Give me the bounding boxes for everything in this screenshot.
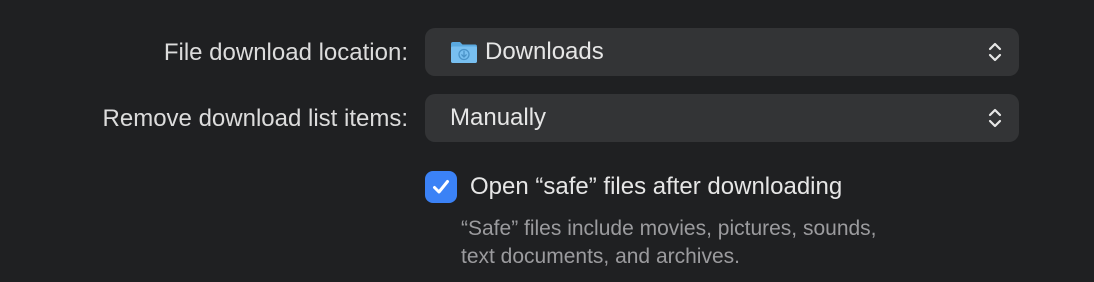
- download-location-popup[interactable]: Downloads: [425, 28, 1019, 76]
- open-safe-files-label[interactable]: Open “safe” files after downloading: [470, 173, 842, 201]
- chevron-up-down-icon: [988, 42, 1002, 62]
- remove-items-value: Manually: [450, 104, 547, 131]
- safe-files-help-text: “Safe” files include movies, pictures, s…: [461, 215, 877, 271]
- remove-items-label: Remove download list items:: [102, 105, 408, 132]
- remove-items-popup[interactable]: Manually: [425, 94, 1019, 142]
- chevron-up-down-icon: [988, 108, 1002, 128]
- download-location-value: Downloads: [485, 38, 604, 65]
- downloads-preferences-pane: File download location: Downloads Remove…: [0, 0, 1094, 282]
- download-location-label: File download location:: [163, 39, 408, 66]
- checkmark-icon: [433, 180, 449, 194]
- help-line-2: text documents, and archives.: [461, 245, 740, 268]
- folder-downloads-icon: [451, 42, 477, 63]
- open-safe-files-checkbox[interactable]: [425, 171, 457, 203]
- help-line-1: “Safe” files include movies, pictures, s…: [461, 217, 877, 240]
